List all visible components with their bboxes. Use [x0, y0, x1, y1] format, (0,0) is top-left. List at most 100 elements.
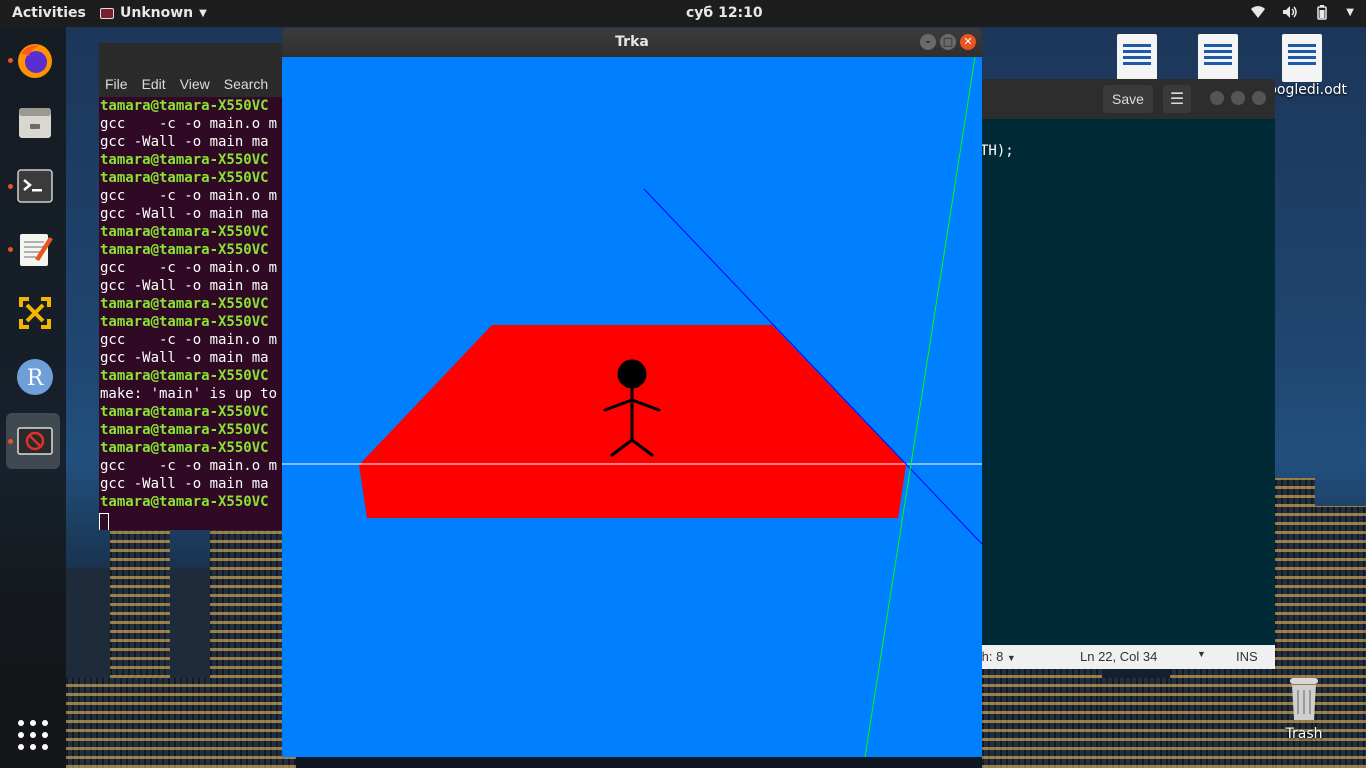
terminal-prompt-line: tamara@tamara-X550VC	[100, 242, 269, 258]
activities-button[interactable]: Activities	[12, 5, 86, 21]
red-track-front	[359, 465, 906, 518]
scene	[282, 56, 983, 758]
clock[interactable]: суб 12:10	[686, 5, 763, 21]
dock-item-trka[interactable]	[6, 413, 60, 469]
window-title: Trka	[615, 34, 649, 50]
r-icon: R	[17, 359, 53, 395]
terminal-prompt-line: tamara@tamara-X550VC	[100, 440, 269, 456]
text-editor-icon	[20, 234, 53, 266]
trash[interactable]: Trash	[1264, 676, 1344, 742]
editor-header: Save ☰	[960, 79, 1275, 119]
chevron-down-icon[interactable]: ▼	[1197, 649, 1206, 659]
figure-head	[617, 359, 647, 389]
desktop-file[interactable]	[1178, 34, 1258, 82]
grid-icon[interactable]	[16, 718, 50, 752]
terminal-window: File Edit View Search tamara@tamara-X550…	[99, 43, 299, 530]
terminal-header: File Edit View Search	[99, 43, 299, 97]
dock-item-r[interactable]: R	[6, 349, 60, 405]
y-axis-line	[864, 56, 976, 758]
text-editor-window: Save ☰ TH); th: 8 ▼ Ln 22, Col 34 ▼ INS	[960, 79, 1275, 669]
menu-file[interactable]: File	[105, 76, 128, 92]
chevron-down-icon: ▼	[1006, 653, 1016, 663]
terminal-prompt-line: tamara@tamara-X550VC	[100, 224, 269, 240]
terminal-prompt-line: tamara@tamara-X550VC	[100, 170, 269, 186]
wifi-icon	[1251, 6, 1266, 18]
terminal-icon	[17, 169, 53, 203]
terminal-output[interactable]: tamara@tamara-X550VC gcc -c -o main.o m gc…	[99, 97, 299, 511]
running-indicator	[8, 439, 13, 444]
dock: R	[0, 27, 66, 768]
terminal-prompt-line: tamara@tamara-X550VC	[100, 296, 269, 312]
terminal-output-line: gcc -Wall -o main ma	[100, 278, 269, 294]
top-bar: Activities Unknown ▼ суб 12:10 ▼	[0, 0, 1366, 27]
document-icon	[1117, 34, 1157, 82]
no-entry-icon	[17, 427, 53, 455]
opengl-canvas[interactable]	[282, 56, 983, 758]
dock-item-vmware[interactable]	[6, 285, 60, 341]
svg-text:R: R	[27, 366, 45, 391]
cursor-position-selector[interactable]: Ln 22, Col 34	[1080, 649, 1157, 664]
terminal-menu: File Edit View Search	[105, 76, 268, 92]
minimize-button[interactable]: –	[920, 34, 936, 50]
hamburger-icon[interactable]: ☰	[1163, 85, 1191, 113]
document-icon	[1282, 34, 1322, 82]
cursor-position-label: Ln 22, Col 34	[1080, 649, 1158, 664]
desktop-file-label: pogledi.odt	[1268, 82, 1348, 98]
app-window-icon	[100, 7, 114, 19]
close-button[interactable]	[1252, 91, 1266, 105]
insert-mode-label: INS	[1236, 649, 1258, 664]
dock-item-files[interactable]	[6, 94, 60, 150]
dock-item-text-editor[interactable]	[6, 221, 60, 277]
save-button[interactable]: Save	[1103, 85, 1153, 113]
tab-width-selector[interactable]: th: 8 ▼	[978, 649, 1016, 664]
status-bar: th: 8 ▼ Ln 22, Col 34 ▼ INS	[960, 645, 1275, 669]
terminal-prompt-line: tamara@tamara-X550VC	[100, 404, 269, 420]
terminal-prompt-line: tamara@tamara-X550VC	[100, 494, 269, 510]
terminal-output-line: gcc -Wall -o main ma	[100, 476, 269, 492]
trash-icon	[1290, 678, 1318, 720]
vmware-icon	[19, 297, 51, 329]
terminal-output-line: gcc -Wall -o main ma	[100, 134, 269, 150]
terminal-output-line: gcc -c -o main.o m	[100, 260, 278, 276]
terminal-prompt-line: tamara@tamara-X550VC	[100, 152, 269, 168]
chevron-down-icon: ▼	[199, 7, 207, 19]
terminal-output-line: gcc -Wall -o main ma	[100, 206, 269, 222]
chevron-down-icon: ▼	[1346, 6, 1354, 18]
files-icon	[19, 108, 51, 138]
terminal-output-line: gcc -c -o main.o m	[100, 188, 278, 204]
app-menu-label: Unknown	[120, 5, 194, 21]
terminal-output-line: gcc -c -o main.o m	[100, 458, 278, 474]
trash-label: Trash	[1285, 726, 1323, 742]
terminal-output-line: make: 'main' is up to	[100, 386, 278, 402]
trka-window: Trka – □ ✕	[282, 28, 983, 758]
dock-item-firefox[interactable]	[6, 32, 60, 88]
terminal-output-line: gcc -Wall -o main ma	[100, 350, 269, 366]
close-button[interactable]: ✕	[960, 34, 976, 50]
document-icon	[1198, 34, 1238, 82]
terminal-output-line: gcc -c -o main.o m	[100, 332, 278, 348]
terminal-prompt-line: tamara@tamara-X550VC	[100, 368, 269, 384]
desktop-file[interactable]	[1097, 34, 1177, 82]
terminal-prompt-line: tamara@tamara-X550VC	[100, 422, 269, 438]
running-indicator	[8, 247, 13, 252]
system-tray[interactable]: ▼	[1250, 4, 1354, 20]
terminal-cursor	[99, 513, 109, 530]
app-menu[interactable]: Unknown ▼	[100, 5, 207, 21]
menu-edit[interactable]: Edit	[142, 76, 166, 92]
menu-search[interactable]: Search	[224, 76, 268, 92]
firefox-icon	[18, 44, 52, 78]
running-indicator	[8, 58, 13, 63]
terminal-prompt-line: tamara@tamara-X550VC	[100, 314, 269, 330]
terminal-prompt-line: tamara@tamara-X550VC	[100, 98, 269, 114]
battery-icon	[1317, 5, 1328, 20]
maximize-button[interactable]: □	[940, 34, 956, 50]
running-indicator	[8, 184, 13, 189]
terminal-output-line: gcc -c -o main.o m	[100, 116, 278, 132]
minimize-button[interactable]	[1210, 91, 1224, 105]
maximize-button[interactable]	[1231, 91, 1245, 105]
dock-item-terminal[interactable]	[6, 158, 60, 214]
menu-view[interactable]: View	[180, 76, 210, 92]
trka-titlebar[interactable]: Trka – □ ✕	[282, 28, 982, 57]
code-text[interactable]: TH);	[980, 143, 1014, 159]
volume-icon	[1283, 6, 1298, 18]
